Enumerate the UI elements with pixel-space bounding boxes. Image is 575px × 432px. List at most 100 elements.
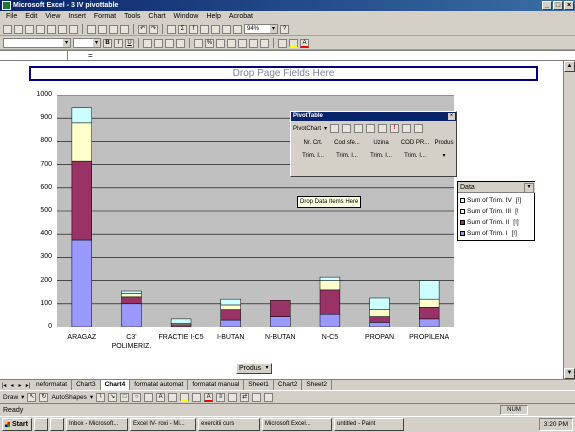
chart-wizard-icon[interactable] — [342, 124, 352, 133]
oval-icon[interactable]: ○ — [132, 392, 142, 402]
bar-segment[interactable] — [121, 293, 142, 298]
bar-segment[interactable] — [121, 290, 142, 294]
draw-menu[interactable]: Draw — [3, 394, 18, 401]
menu-edit[interactable]: Edit — [21, 11, 41, 23]
sort-ascending-icon[interactable] — [200, 24, 209, 34]
paste-icon[interactable] — [109, 24, 118, 34]
decrease-indent-icon[interactable] — [249, 38, 258, 48]
rectangle-icon[interactable]: □ — [120, 392, 130, 402]
bar-segment[interactable] — [170, 324, 192, 328]
copy-icon[interactable] — [98, 24, 107, 34]
sheet-tab-formatat-automat[interactable]: formatat automat — [130, 380, 189, 390]
sort-descending-icon[interactable] — [211, 24, 220, 34]
start-button[interactable]: Start — [2, 418, 32, 431]
bar-segment[interactable] — [369, 297, 390, 310]
pivot-field-cod-pr[interactable]: COD PR... — [398, 139, 432, 147]
exclamation-icon[interactable]: ! — [390, 124, 400, 133]
bar-segment[interactable] — [319, 289, 341, 315]
cut-icon[interactable] — [87, 24, 96, 34]
bar-segment[interactable] — [270, 316, 291, 328]
bar-segment[interactable] — [419, 280, 440, 300]
bar-segment[interactable] — [71, 160, 92, 241]
autosum-icon[interactable]: Σ — [178, 24, 187, 34]
menu-view[interactable]: View — [41, 11, 64, 23]
menu-window[interactable]: Window — [170, 11, 203, 23]
new-icon[interactable] — [3, 24, 12, 34]
increase-indent-icon[interactable] — [260, 38, 269, 48]
pivottable-toolbar-title[interactable]: PivotTable — [291, 112, 456, 121]
email-icon[interactable] — [36, 24, 45, 34]
bar-segment[interactable] — [121, 296, 142, 305]
format-painter-icon[interactable] — [120, 24, 129, 34]
chart-wizard-icon[interactable] — [222, 24, 231, 34]
zoom-select[interactable]: 94% — [244, 24, 278, 34]
undo-icon[interactable]: ↶ — [138, 24, 147, 34]
bar-segment[interactable] — [220, 304, 241, 310]
save-icon[interactable] — [25, 24, 34, 34]
last-sheet-icon[interactable]: ▸| — [24, 382, 32, 389]
bar-segment[interactable] — [319, 276, 341, 281]
sheet-tab-sheet2[interactable]: Sheet2 — [302, 380, 333, 390]
bar-segment[interactable] — [369, 316, 390, 323]
menu-insert[interactable]: Insert — [64, 11, 90, 23]
prev-sheet-icon[interactable]: ◂ — [8, 382, 16, 389]
increase-decimal-icon[interactable] — [227, 38, 236, 48]
taskbar-item-excel-iv-roxi[interactable]: Excel IV- roxi - Mi... — [130, 418, 196, 431]
comma-style-icon[interactable] — [216, 38, 225, 48]
field-list-icon[interactable] — [414, 124, 424, 133]
fill-color-icon[interactable] — [289, 38, 298, 48]
taskbar-item-paint[interactable]: untitled - Paint — [334, 418, 404, 431]
close-icon[interactable]: × — [448, 113, 455, 120]
pivotchart-menu[interactable]: PivotChart — [293, 126, 321, 132]
underline-icon[interactable]: U — [125, 38, 134, 48]
legend-item-trim-i[interactable]: Sum of Trim. I [!] — [460, 229, 517, 238]
close-button[interactable]: × — [564, 1, 574, 10]
pivot-field-trim-2[interactable]: Trim. I... — [330, 152, 364, 160]
drop-page-fields-zone[interactable]: Drop Page Fields Here — [29, 66, 538, 81]
scroll-down-icon[interactable]: ▼ — [564, 368, 575, 379]
bar-segment[interactable] — [121, 303, 142, 328]
legend-item-trim-ii[interactable]: Sum of Trim. II [!] — [460, 218, 519, 227]
merge-center-icon[interactable] — [176, 38, 185, 48]
excel-app-icon[interactable] — [2, 1, 11, 10]
free-rotate-icon[interactable]: ↻ — [39, 392, 49, 402]
scroll-down-icon[interactable]: ▾ — [432, 152, 456, 160]
bar-segment[interactable] — [419, 298, 440, 308]
sheet-tab-chart3[interactable]: Chart3 — [72, 380, 101, 390]
menu-acrobat[interactable]: Acrobat — [225, 11, 257, 23]
autoshapes-menu[interactable]: AutoShapes — [51, 394, 86, 401]
clipart-icon[interactable] — [168, 392, 178, 402]
pivottable-toolbar[interactable]: PivotTable × PivotChart ▾ ! Nr. Crt. Cod… — [290, 111, 457, 177]
redo-icon[interactable]: ↷ — [149, 24, 158, 34]
spelling-icon[interactable] — [69, 24, 78, 34]
hyperlink-icon[interactable] — [167, 24, 176, 34]
bar-segment[interactable] — [220, 298, 241, 306]
taskbar-item-microsoft-excel[interactable]: Microsoft Excel... — [262, 418, 332, 431]
help-icon[interactable]: ? — [280, 24, 289, 34]
name-box[interactable] — [2, 51, 68, 61]
menu-tools[interactable]: Tools — [120, 11, 144, 23]
bar-segment[interactable] — [419, 318, 440, 328]
bar-segment[interactable] — [71, 107, 92, 124]
refresh-data-icon[interactable] — [378, 124, 388, 133]
currency-icon[interactable] — [194, 38, 203, 48]
font-color-icon[interactable]: A — [204, 392, 214, 402]
hide-detail-icon[interactable] — [354, 124, 364, 133]
bar-segment[interactable] — [220, 309, 241, 321]
pivot-field-trim-1[interactable]: Trim. I... — [296, 152, 330, 160]
bar-segment[interactable] — [220, 319, 241, 328]
pivot-field-produs[interactable]: Produs — [432, 139, 456, 147]
select-objects-icon[interactable]: ↖ — [27, 392, 37, 402]
format-report-icon[interactable] — [330, 124, 340, 133]
pivot-field-nr-crt[interactable]: Nr. Crt. — [296, 139, 330, 147]
open-icon[interactable] — [14, 24, 23, 34]
legend-data-field-button[interactable]: Data — [458, 182, 535, 193]
bar-segment[interactable] — [319, 280, 341, 291]
sheet-tab-formatat-manual[interactable]: formatat manual — [188, 380, 245, 390]
legend-item-trim-iii[interactable]: Sum of Trim. III [! — [460, 207, 519, 216]
menu-help[interactable]: Help — [202, 11, 224, 23]
pivot-field-trim-3[interactable]: Trim. I... — [364, 152, 398, 160]
taskbar-item-exercitii-curs[interactable]: exercitii curs — [198, 418, 260, 431]
bar-segment[interactable] — [369, 322, 390, 328]
show-detail-icon[interactable] — [366, 124, 376, 133]
